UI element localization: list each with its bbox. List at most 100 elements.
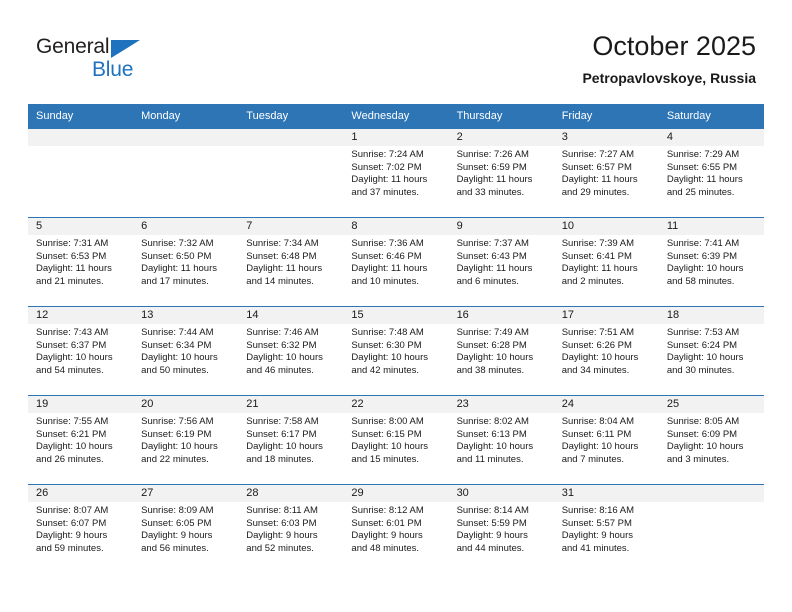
sunrise-text: Sunrise: 7:29 AM (666, 149, 740, 160)
sunset-text: Sunset: 5:59 PM (456, 517, 527, 529)
sunset-text: Sunset: 6:03 PM (246, 517, 317, 529)
day-details: Sunrise: 7:26 AM Sunset: 6:59 PM Dayligh… (449, 146, 554, 199)
day-details: Sunrise: 8:16 AM Sunset: 5:57 PM Dayligh… (554, 502, 659, 555)
sunset-text: Sunset: 6:24 PM (666, 339, 738, 351)
day-cell[interactable]: 7 Sunrise: 7:34 AM Sunset: 6:48 PM Dayli… (238, 217, 344, 307)
day-cell[interactable]: 2 Sunrise: 7:26 AM Sunset: 6:59 PM Dayli… (448, 128, 554, 218)
day-number: 13 (133, 307, 239, 324)
daylight-text-line1: Daylight: 10 hours (36, 441, 113, 453)
daylight-text-line2: and 50 minutes. (141, 364, 209, 376)
logo-triangle-icon (111, 40, 140, 58)
day-cell[interactable]: 21 Sunrise: 7:58 AM Sunset: 6:17 PM Dayl… (238, 395, 344, 485)
day-cell[interactable]: 27 Sunrise: 8:09 AM Sunset: 6:05 PM Dayl… (133, 484, 239, 574)
sunrise-text: Sunrise: 7:49 AM (456, 327, 529, 338)
day-details: Sunrise: 7:36 AM Sunset: 6:46 PM Dayligh… (343, 235, 448, 288)
page-subtitle: Petropavlovskoye, Russia (582, 70, 756, 86)
daylight-text-line1: Daylight: 9 hours (351, 530, 423, 542)
day-number: 1 (343, 129, 449, 146)
daylight-text-line1: Daylight: 10 hours (141, 352, 218, 364)
day-cell[interactable]: 4 Sunrise: 7:29 AM Sunset: 6:55 PM Dayli… (658, 128, 764, 218)
general-blue-logo[interactable]: General Blue (36, 36, 176, 86)
daylight-text-line1: Daylight: 10 hours (246, 352, 323, 364)
daylight-text-line2: and 56 minutes. (141, 542, 209, 554)
day-cell[interactable]: 12 Sunrise: 7:43 AM Sunset: 6:37 PM Dayl… (28, 306, 134, 396)
daylight-text-line2: and 14 minutes. (246, 275, 314, 287)
day-cell[interactable]: 22 Sunrise: 8:00 AM Sunset: 6:15 PM Dayl… (343, 395, 449, 485)
sunrise-text: Sunrise: 8:11 AM (246, 505, 318, 516)
sunset-text: Sunset: 6:59 PM (456, 161, 527, 173)
sunset-text: Sunset: 6:13 PM (456, 428, 527, 440)
day-number: 16 (448, 307, 554, 324)
day-cell[interactable]: 31 Sunrise: 8:16 AM Sunset: 5:57 PM Dayl… (553, 484, 659, 574)
day-details: Sunrise: 7:48 AM Sunset: 6:30 PM Dayligh… (343, 324, 448, 377)
sunrise-text: Sunrise: 7:56 AM (141, 416, 214, 427)
day-cell[interactable]: 17 Sunrise: 7:51 AM Sunset: 6:26 PM Dayl… (553, 306, 659, 396)
day-cell[interactable]: 18 Sunrise: 7:53 AM Sunset: 6:24 PM Dayl… (658, 306, 764, 396)
day-number: 5 (28, 218, 134, 235)
day-cell[interactable]: 29 Sunrise: 8:12 AM Sunset: 6:01 PM Dayl… (343, 484, 449, 574)
day-cell[interactable]: 11 Sunrise: 7:41 AM Sunset: 6:39 PM Dayl… (658, 217, 764, 307)
day-cell[interactable]: 1 Sunrise: 7:24 AM Sunset: 7:02 PM Dayli… (343, 128, 449, 218)
weekday-header-saturday: Saturday (658, 104, 764, 129)
day-cell[interactable]: 3 Sunrise: 7:27 AM Sunset: 6:57 PM Dayli… (553, 128, 659, 218)
sunrise-text: Sunrise: 8:09 AM (141, 505, 214, 516)
day-cell[interactable]: 16 Sunrise: 7:49 AM Sunset: 6:28 PM Dayl… (448, 306, 554, 396)
day-details: Sunrise: 7:29 AM Sunset: 6:55 PM Dayligh… (659, 146, 764, 199)
day-number: 11 (658, 218, 764, 235)
sunset-text: Sunset: 5:57 PM (561, 517, 632, 529)
daylight-text-line1: Daylight: 10 hours (351, 352, 428, 364)
day-cell[interactable]: 9 Sunrise: 7:37 AM Sunset: 6:43 PM Dayli… (448, 217, 554, 307)
day-details: Sunrise: 7:39 AM Sunset: 6:41 PM Dayligh… (554, 235, 659, 288)
calendar-week-row: 26 Sunrise: 8:07 AM Sunset: 6:07 PM Dayl… (28, 484, 764, 574)
day-details: Sunrise: 7:58 AM Sunset: 6:17 PM Dayligh… (238, 413, 343, 466)
day-cell[interactable]: 5 Sunrise: 7:31 AM Sunset: 6:53 PM Dayli… (28, 217, 134, 307)
day-cell[interactable]: 10 Sunrise: 7:39 AM Sunset: 6:41 PM Dayl… (553, 217, 659, 307)
calendar-header-row: Sunday Monday Tuesday Wednesday Thursday… (28, 104, 764, 129)
day-number: 26 (28, 485, 134, 502)
daylight-text-line2: and 30 minutes. (666, 364, 735, 376)
day-cell[interactable]: 6 Sunrise: 7:32 AM Sunset: 6:50 PM Dayli… (133, 217, 239, 307)
day-cell[interactable]: 26 Sunrise: 8:07 AM Sunset: 6:07 PM Dayl… (28, 484, 134, 574)
day-cell[interactable]: 19 Sunrise: 7:55 AM Sunset: 6:21 PM Dayl… (28, 395, 134, 485)
sunrise-text: Sunrise: 7:43 AM (36, 327, 109, 338)
day-cell[interactable]: 13 Sunrise: 7:44 AM Sunset: 6:34 PM Dayl… (133, 306, 239, 396)
day-number: 9 (448, 218, 554, 235)
daylight-text-line1: Daylight: 10 hours (561, 441, 639, 453)
day-cell[interactable]: 20 Sunrise: 7:56 AM Sunset: 6:19 PM Dayl… (133, 395, 239, 485)
daylight-text-line1: Daylight: 11 hours (36, 263, 112, 275)
day-cell[interactable]: 24 Sunrise: 8:04 AM Sunset: 6:11 PM Dayl… (553, 395, 659, 485)
day-number (28, 129, 134, 146)
day-cell[interactable]: 30 Sunrise: 8:14 AM Sunset: 5:59 PM Dayl… (448, 484, 554, 574)
sunset-text: Sunset: 6:53 PM (36, 250, 107, 262)
sunrise-text: Sunrise: 7:41 AM (666, 238, 740, 249)
day-details: Sunrise: 7:51 AM Sunset: 6:26 PM Dayligh… (554, 324, 659, 377)
day-cell[interactable]: 15 Sunrise: 7:48 AM Sunset: 6:30 PM Dayl… (343, 306, 449, 396)
daylight-text-line1: Daylight: 9 hours (246, 530, 318, 542)
day-number: 25 (658, 396, 764, 413)
sunset-text: Sunset: 6:57 PM (561, 161, 632, 173)
sunrise-text: Sunrise: 7:39 AM (561, 238, 635, 249)
daylight-text-line1: Daylight: 10 hours (456, 441, 534, 453)
day-details: Sunrise: 7:41 AM Sunset: 6:39 PM Dayligh… (659, 235, 764, 288)
day-cell[interactable]: 28 Sunrise: 8:11 AM Sunset: 6:03 PM Dayl… (238, 484, 344, 574)
daylight-text-line2: and 26 minutes. (36, 453, 104, 465)
sunrise-text: Sunrise: 8:02 AM (456, 416, 529, 427)
sunset-text: Sunset: 6:37 PM (36, 339, 107, 351)
daylight-text-line2: and 15 minutes. (351, 453, 420, 465)
sunrise-text: Sunrise: 7:31 AM (36, 238, 109, 249)
day-cell[interactable]: 8 Sunrise: 7:36 AM Sunset: 6:46 PM Dayli… (343, 217, 449, 307)
day-cell[interactable]: 25 Sunrise: 8:05 AM Sunset: 6:09 PM Dayl… (658, 395, 764, 485)
day-number: 6 (133, 218, 239, 235)
day-cell[interactable]: 14 Sunrise: 7:46 AM Sunset: 6:32 PM Dayl… (238, 306, 344, 396)
day-number: 30 (448, 485, 554, 502)
day-details: Sunrise: 7:56 AM Sunset: 6:19 PM Dayligh… (133, 413, 238, 466)
daylight-text-line2: and 2 minutes. (561, 275, 625, 287)
daylight-text-line2: and 58 minutes. (666, 275, 735, 287)
sunset-text: Sunset: 6:41 PM (561, 250, 632, 262)
sunrise-text: Sunrise: 7:36 AM (351, 238, 424, 249)
sunset-text: Sunset: 6:30 PM (351, 339, 422, 351)
daylight-text-line1: Daylight: 9 hours (561, 530, 633, 542)
sunrise-text: Sunrise: 7:51 AM (561, 327, 635, 338)
daylight-text-line1: Daylight: 10 hours (456, 352, 534, 364)
day-cell[interactable]: 23 Sunrise: 8:02 AM Sunset: 6:13 PM Dayl… (448, 395, 554, 485)
